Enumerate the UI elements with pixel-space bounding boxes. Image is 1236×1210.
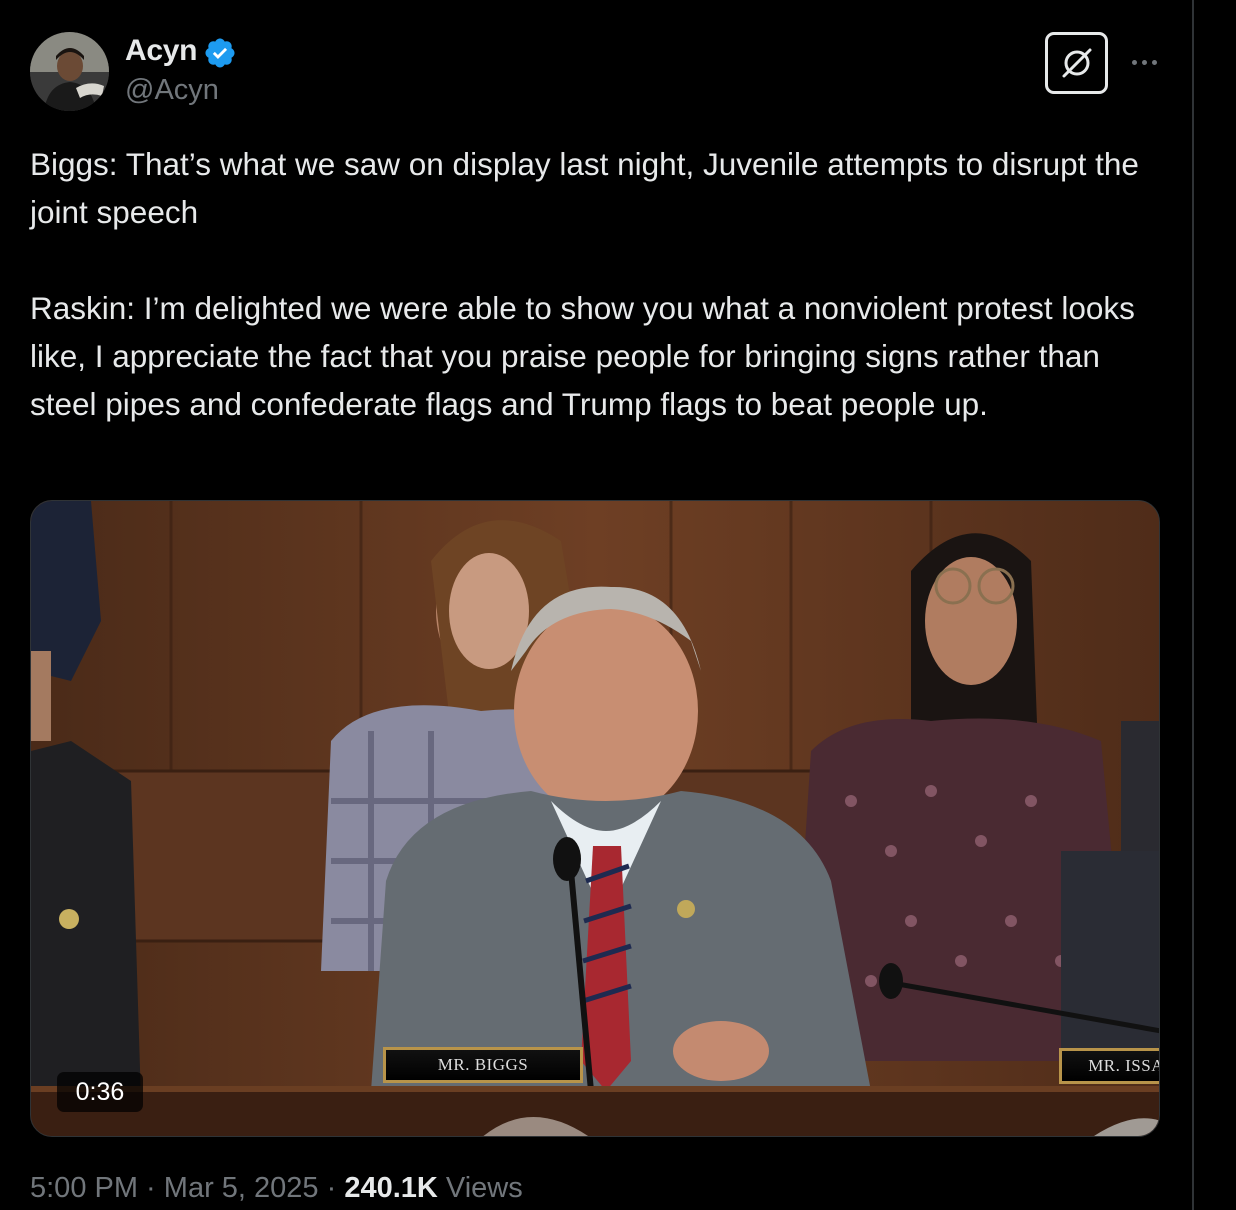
author-handle[interactable]: @Acyn [125, 74, 219, 107]
tweet: Acyn @Acyn Biggs: That’s what we saw on … [0, 0, 1192, 1210]
author-avatar[interactable] [30, 32, 109, 111]
more-icon [1131, 59, 1137, 65]
views-count: 240.1K [344, 1172, 438, 1204]
video-duration-badge: 0:36 [57, 1072, 143, 1112]
meta-separator: · [318, 1172, 345, 1204]
tweet-text: Biggs: That’s what we saw on display las… [30, 140, 1150, 428]
more-options-button[interactable] [1124, 44, 1164, 80]
more-icon-dot [1141, 59, 1147, 65]
grok-icon [1062, 48, 1091, 78]
nameplate-issa: MR. ISSA [1059, 1048, 1159, 1084]
verified-badge-icon [205, 38, 235, 68]
meta-separator: · [138, 1172, 164, 1204]
nameplate-biggs: MR. BIGGS [383, 1047, 583, 1083]
tweet-text-paragraph: Raskin: I’m delighted we were able to sh… [30, 290, 1135, 422]
tweet-video[interactable]: MR. BIGGS MR. ISSA 0:36 [30, 500, 1160, 1137]
tweet-date[interactable]: Mar 5, 2025 [164, 1172, 319, 1204]
tweet-meta: 5:00 PM · Mar 5, 2025 · 240.1K Views [30, 1172, 523, 1205]
more-icon-dot [1151, 59, 1157, 65]
grok-button[interactable] [1045, 32, 1108, 94]
tweet-time[interactable]: 5:00 PM [30, 1172, 138, 1204]
video-frame [31, 501, 1159, 1136]
views-label: Views [445, 1172, 523, 1204]
timeline-divider [1192, 0, 1194, 1210]
tweet-text-paragraph: Biggs: That’s what we saw on display las… [30, 146, 1139, 230]
author-display-name[interactable]: Acyn [125, 34, 197, 68]
